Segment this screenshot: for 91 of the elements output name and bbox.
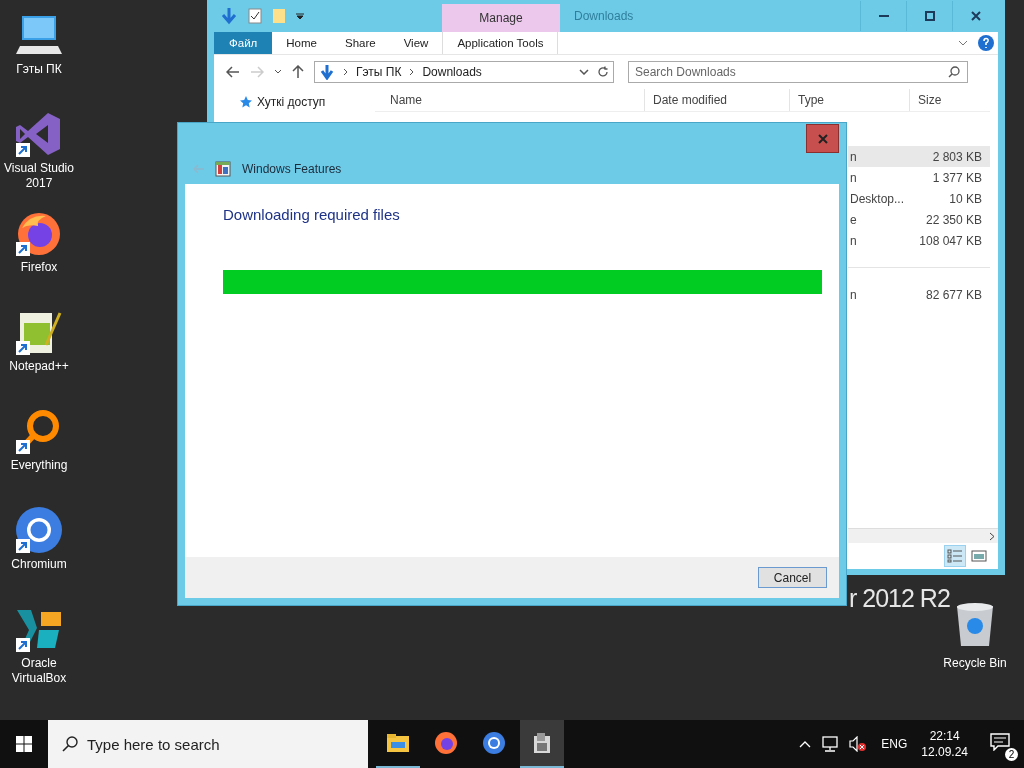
dialog-title: Windows Features [242, 162, 342, 176]
taskbar-app-button[interactable] [520, 720, 564, 768]
thumbnail-view-icon [971, 550, 987, 562]
window-title: Downloads [574, 9, 634, 23]
chevron-down-icon[interactable] [274, 69, 282, 75]
close-button[interactable] [806, 124, 839, 153]
recycle-bin-icon[interactable] [955, 602, 995, 648]
clock-time[interactable]: 22:14 [929, 728, 960, 744]
desktop-icon-label[interactable]: Firefox [20, 260, 58, 275]
sidebar-item[interactable]: Хуткі доступ [257, 95, 326, 109]
chevron-right-icon [343, 68, 348, 76]
file-size-text: 22 350 KB [925, 212, 983, 227]
file-type-text: n [850, 149, 857, 164]
refresh-icon[interactable] [597, 66, 609, 78]
chevron-right-icon[interactable] [989, 531, 995, 541]
chromium-logo-icon [482, 731, 506, 755]
chevron-down-icon[interactable] [579, 69, 589, 75]
computer-icon[interactable] [16, 14, 62, 56]
os-branding-text: r 2012 R2 [849, 584, 950, 612]
muted-speaker-icon[interactable] [849, 736, 868, 752]
address-bar[interactable]: Гэты ПК Downloads [314, 61, 614, 83]
dropdown-icon[interactable] [296, 12, 304, 20]
column-header[interactable]: Date modified [645, 89, 790, 111]
file-row[interactable]: n 108 047 KB [848, 230, 990, 251]
ribbon-tab[interactable]: Файл [214, 32, 273, 54]
column-header[interactable]: Name [375, 89, 645, 111]
file-size-text: 108 047 KB [919, 233, 983, 248]
file-row[interactable]: n 2 803 KB [848, 146, 990, 167]
features-app-icon [532, 732, 552, 754]
chromium-logo-icon[interactable] [15, 506, 63, 554]
desktop-icon-label[interactable]: Recycle Bin [943, 656, 1007, 671]
ribbon-tab[interactable]: Share [330, 32, 390, 54]
file-size-text: 10 KB [949, 191, 983, 206]
file-row[interactable]: n 82 677 KB [848, 284, 990, 305]
up-arrow-icon[interactable] [292, 65, 304, 79]
breadcrumb[interactable]: Downloads [422, 65, 482, 79]
network-icon[interactable] [821, 736, 840, 752]
search-field[interactable]: Search Downloads [628, 61, 968, 83]
search-icon [62, 736, 78, 752]
file-row[interactable]: n 1 377 KB [848, 167, 990, 188]
firefox-logo-icon[interactable] [16, 210, 62, 256]
notification-icon[interactable] [990, 733, 1010, 751]
file-row[interactable]: Desktop... 10 KB [848, 188, 990, 209]
windows-logo-icon [16, 736, 32, 752]
help-icon[interactable] [978, 35, 994, 51]
column-header[interactable]: Size [910, 89, 990, 111]
file-type-text: n [850, 170, 857, 185]
status-heading: Downloading required files [223, 206, 401, 223]
file-type-text: n [850, 233, 857, 248]
download-arrow-icon[interactable] [220, 7, 238, 25]
desktop-icon-label[interactable]: Visual Studio 2017 [0, 161, 78, 191]
file-size-text: 2 803 KB [932, 149, 983, 164]
ribbon-tab[interactable]: Home [272, 32, 331, 54]
file-size-text: 82 677 KB [925, 287, 983, 302]
minimize-icon [878, 15, 889, 17]
details-view-button[interactable] [944, 545, 966, 567]
file-type-text: n [850, 287, 857, 302]
chevron-down-icon[interactable] [958, 40, 968, 46]
desktop-icon-label[interactable]: Notepad++ [9, 359, 69, 374]
notification-count-badge: 2 [1005, 748, 1018, 761]
caret-up-icon[interactable] [799, 740, 812, 748]
search-icon [948, 66, 960, 78]
context-tab-header: Manage [442, 4, 560, 32]
file-type-text: e [850, 212, 857, 227]
features-window-icon [215, 161, 231, 177]
language-indicator[interactable]: ENG [881, 737, 908, 751]
download-arrow-icon [319, 64, 335, 80]
folder-icon [387, 734, 409, 752]
firefox-logo-icon [434, 731, 458, 755]
close-icon [970, 11, 981, 21]
cancel-button[interactable]: Cancel [758, 567, 827, 588]
taskbar-search-field[interactable]: Type here to search [48, 720, 368, 768]
star-icon [240, 96, 252, 108]
details-view-icon [947, 549, 963, 563]
column-header[interactable]: Type [790, 89, 910, 111]
breadcrumb[interactable]: Гэты ПК [356, 65, 402, 79]
back-arrow-icon[interactable] [226, 66, 240, 78]
desktop-icon-label[interactable]: Everything [10, 458, 68, 473]
desktop-icon-label[interactable]: Chromium [11, 557, 67, 572]
desktop-icon-label[interactable]: Oracle VirtualBox [0, 656, 78, 686]
file-type-text: Desktop... [850, 191, 905, 206]
file-row[interactable]: e 22 350 KB [848, 209, 990, 230]
file-size-text: 1 377 KB [932, 170, 983, 185]
clock-date[interactable]: 12.09.24 [921, 744, 968, 760]
maximize-icon [924, 11, 935, 21]
properties-icon[interactable] [248, 8, 262, 24]
horizontal-scrollbar[interactable] [848, 528, 998, 543]
desktop-icon-label[interactable]: Гэты ПК [16, 62, 62, 77]
ribbon-tab[interactable]: View [389, 32, 443, 54]
chevron-right-icon [409, 68, 415, 76]
close-icon [817, 133, 828, 144]
